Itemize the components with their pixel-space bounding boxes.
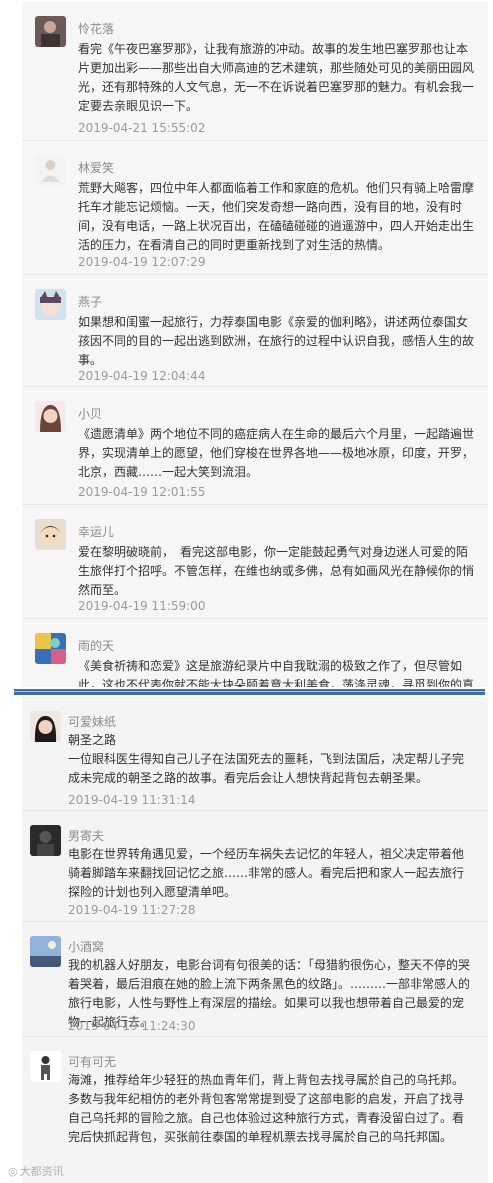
comment-author[interactable]: 男寄夫 (68, 827, 104, 844)
comment-item: 雨的天 《美食祈祷和恋爱》这是旅游纪录片中自我耽溺的极致之作了，但尽管如此，这也… (22, 619, 488, 687)
comment-time: 2019-04-19 12:01:55 (78, 485, 206, 499)
comment-text: 电影在世界转角遇见爱，一个经历车祸失去记忆的年轻人，祖父决定带着他骑着脚踏车来翻… (68, 847, 465, 899)
comment-author[interactable]: 怜花落 (78, 20, 114, 37)
comment-text: 《遗愿清单》两个地位不同的癌症病人在生命的最后六个月里，一起踏遍世界，实现清单上… (78, 427, 475, 479)
comment-time: 2019-04-19 11:59:00 (78, 599, 206, 613)
avatar-icon[interactable] (35, 633, 66, 664)
avatar-icon[interactable] (35, 16, 66, 47)
comment-time: 2019-04-19 12:04:44 (78, 369, 206, 383)
comment-item: 可爱妹纸 朝圣之路 一位眼科医生得知自己儿子在法国死去的噩耗，飞到法国后，决定帮… (22, 697, 488, 811)
comment-time: 2019-04-19 11:24:30 (68, 1019, 196, 1033)
avatar-icon[interactable] (30, 711, 61, 742)
avatar-icon[interactable] (35, 155, 66, 186)
comment-author[interactable]: 林爱笑 (78, 159, 114, 176)
comment-item: 小贝 《遗愿清单》两个地位不同的癌症病人在生命的最后六个月里，一起踏遍世界，实现… (22, 387, 488, 505)
comment-time: 2019-04-19 11:27:28 (68, 903, 196, 917)
comment-time: 2019-04-21 15:55:02 (78, 121, 206, 135)
comment-text: 看完《午夜巴塞罗那》，让我有旅游的冲动。故事的发生地巴塞罗那也让本片更加出彩——… (78, 42, 475, 113)
comment-author[interactable]: 可爱妹纸 (68, 713, 116, 730)
watermark: ◎ 大都资讯 (8, 1163, 64, 1179)
watermark-text: 大都资讯 (19, 1165, 64, 1178)
comment-text: 海滩，推荐给年少轻狂的热血青年们，背上背包去找寻属於自己的乌托邦。多数与我年纪相… (68, 1073, 465, 1144)
comment-text: 荒野大飚客，四位中年人都面临着工作和家庭的危机。他们只有骑上哈雷摩托车才能忘记烦… (78, 181, 475, 252)
comment-time: 2019-04-19 11:31:14 (68, 793, 196, 807)
comment-item: 小酒窝 我的机器人好朋友，电影台词有句很美的话：「母猎豹很伤心，整天不停的哭着哭… (22, 922, 488, 1037)
comment-author[interactable]: 幸运儿 (78, 523, 114, 540)
avatar-icon[interactable] (35, 401, 66, 432)
comment-author[interactable]: 小贝 (78, 405, 102, 422)
section-divider (14, 689, 485, 695)
comment-item: 可有可无 海滩，推荐给年少轻狂的热血青年们，背上背包去找寻属於自己的乌托邦。多数… (22, 1037, 488, 1183)
comment-text: 朝圣之路 一位眼科医生得知自己儿子在法国死去的噩耗，飞到法国后，决定帮儿子完成未… (68, 733, 465, 785)
avatar-icon[interactable] (30, 936, 61, 967)
comment-item: 林爱笑 荒野大飚客，四位中年人都面临着工作和家庭的危机。他们只有骑上哈雷摩托车才… (22, 141, 488, 275)
comment-list-top: 怜花落 看完《午夜巴塞罗那》，让我有旅游的冲动。故事的发生地巴塞罗那也让本片更加… (22, 2, 488, 687)
avatar-icon[interactable] (30, 825, 61, 856)
comment-time: 2019-04-19 12:07:29 (78, 255, 206, 269)
comment-item: 燕子 如果想和闺蜜一起旅行，力荐泰国电影《亲爱的伽利略》，讲述两位泰国女孩因不同… (22, 275, 488, 387)
comment-author[interactable]: 小酒窝 (68, 938, 104, 955)
weibo-icon: ◎ (8, 1165, 18, 1178)
comment-item: 幸运儿 爱在黎明破晓前， 看完这部电影，你一定能鼓起勇气对身边迷人可爱的陌生旅伴… (22, 505, 488, 619)
comment-item: 怜花落 看完《午夜巴塞罗那》，让我有旅游的冲动。故事的发生地巴塞罗那也让本片更加… (22, 2, 488, 141)
comment-author[interactable]: 可有可无 (68, 1053, 116, 1070)
comment-text: 爱在黎明破晓前， 看完这部电影，你一定能鼓起勇气对身边迷人可爱的陌生旅伴打个招呼… (78, 545, 475, 597)
comment-text: 如果想和闺蜜一起旅行，力荐泰国电影《亲爱的伽利略》，讲述两位泰国女孩因不同的目的… (78, 315, 475, 367)
comment-list-bottom: 可爱妹纸 朝圣之路 一位眼科医生得知自己儿子在法国死去的噩耗，飞到法国后，决定帮… (22, 697, 488, 1183)
avatar-icon[interactable] (30, 1051, 61, 1082)
comment-author[interactable]: 雨的天 (78, 637, 114, 654)
avatar-icon[interactable] (35, 289, 66, 320)
comment-author[interactable]: 燕子 (78, 293, 102, 310)
comment-page: 怜花落 看完《午夜巴塞罗那》，让我有旅游的冲动。故事的发生地巴塞罗那也让本片更加… (0, 0, 493, 1183)
avatar-icon[interactable] (35, 519, 66, 550)
comment-item: 男寄夫 电影在世界转角遇见爱，一个经历车祸失去记忆的年轻人，祖父决定带着他骑着脚… (22, 811, 488, 922)
comment-text: 《美食祈祷和恋爱》这是旅游纪录片中自我耽溺的极致之作了，但尽管如此，这也不代表你… (78, 659, 475, 687)
